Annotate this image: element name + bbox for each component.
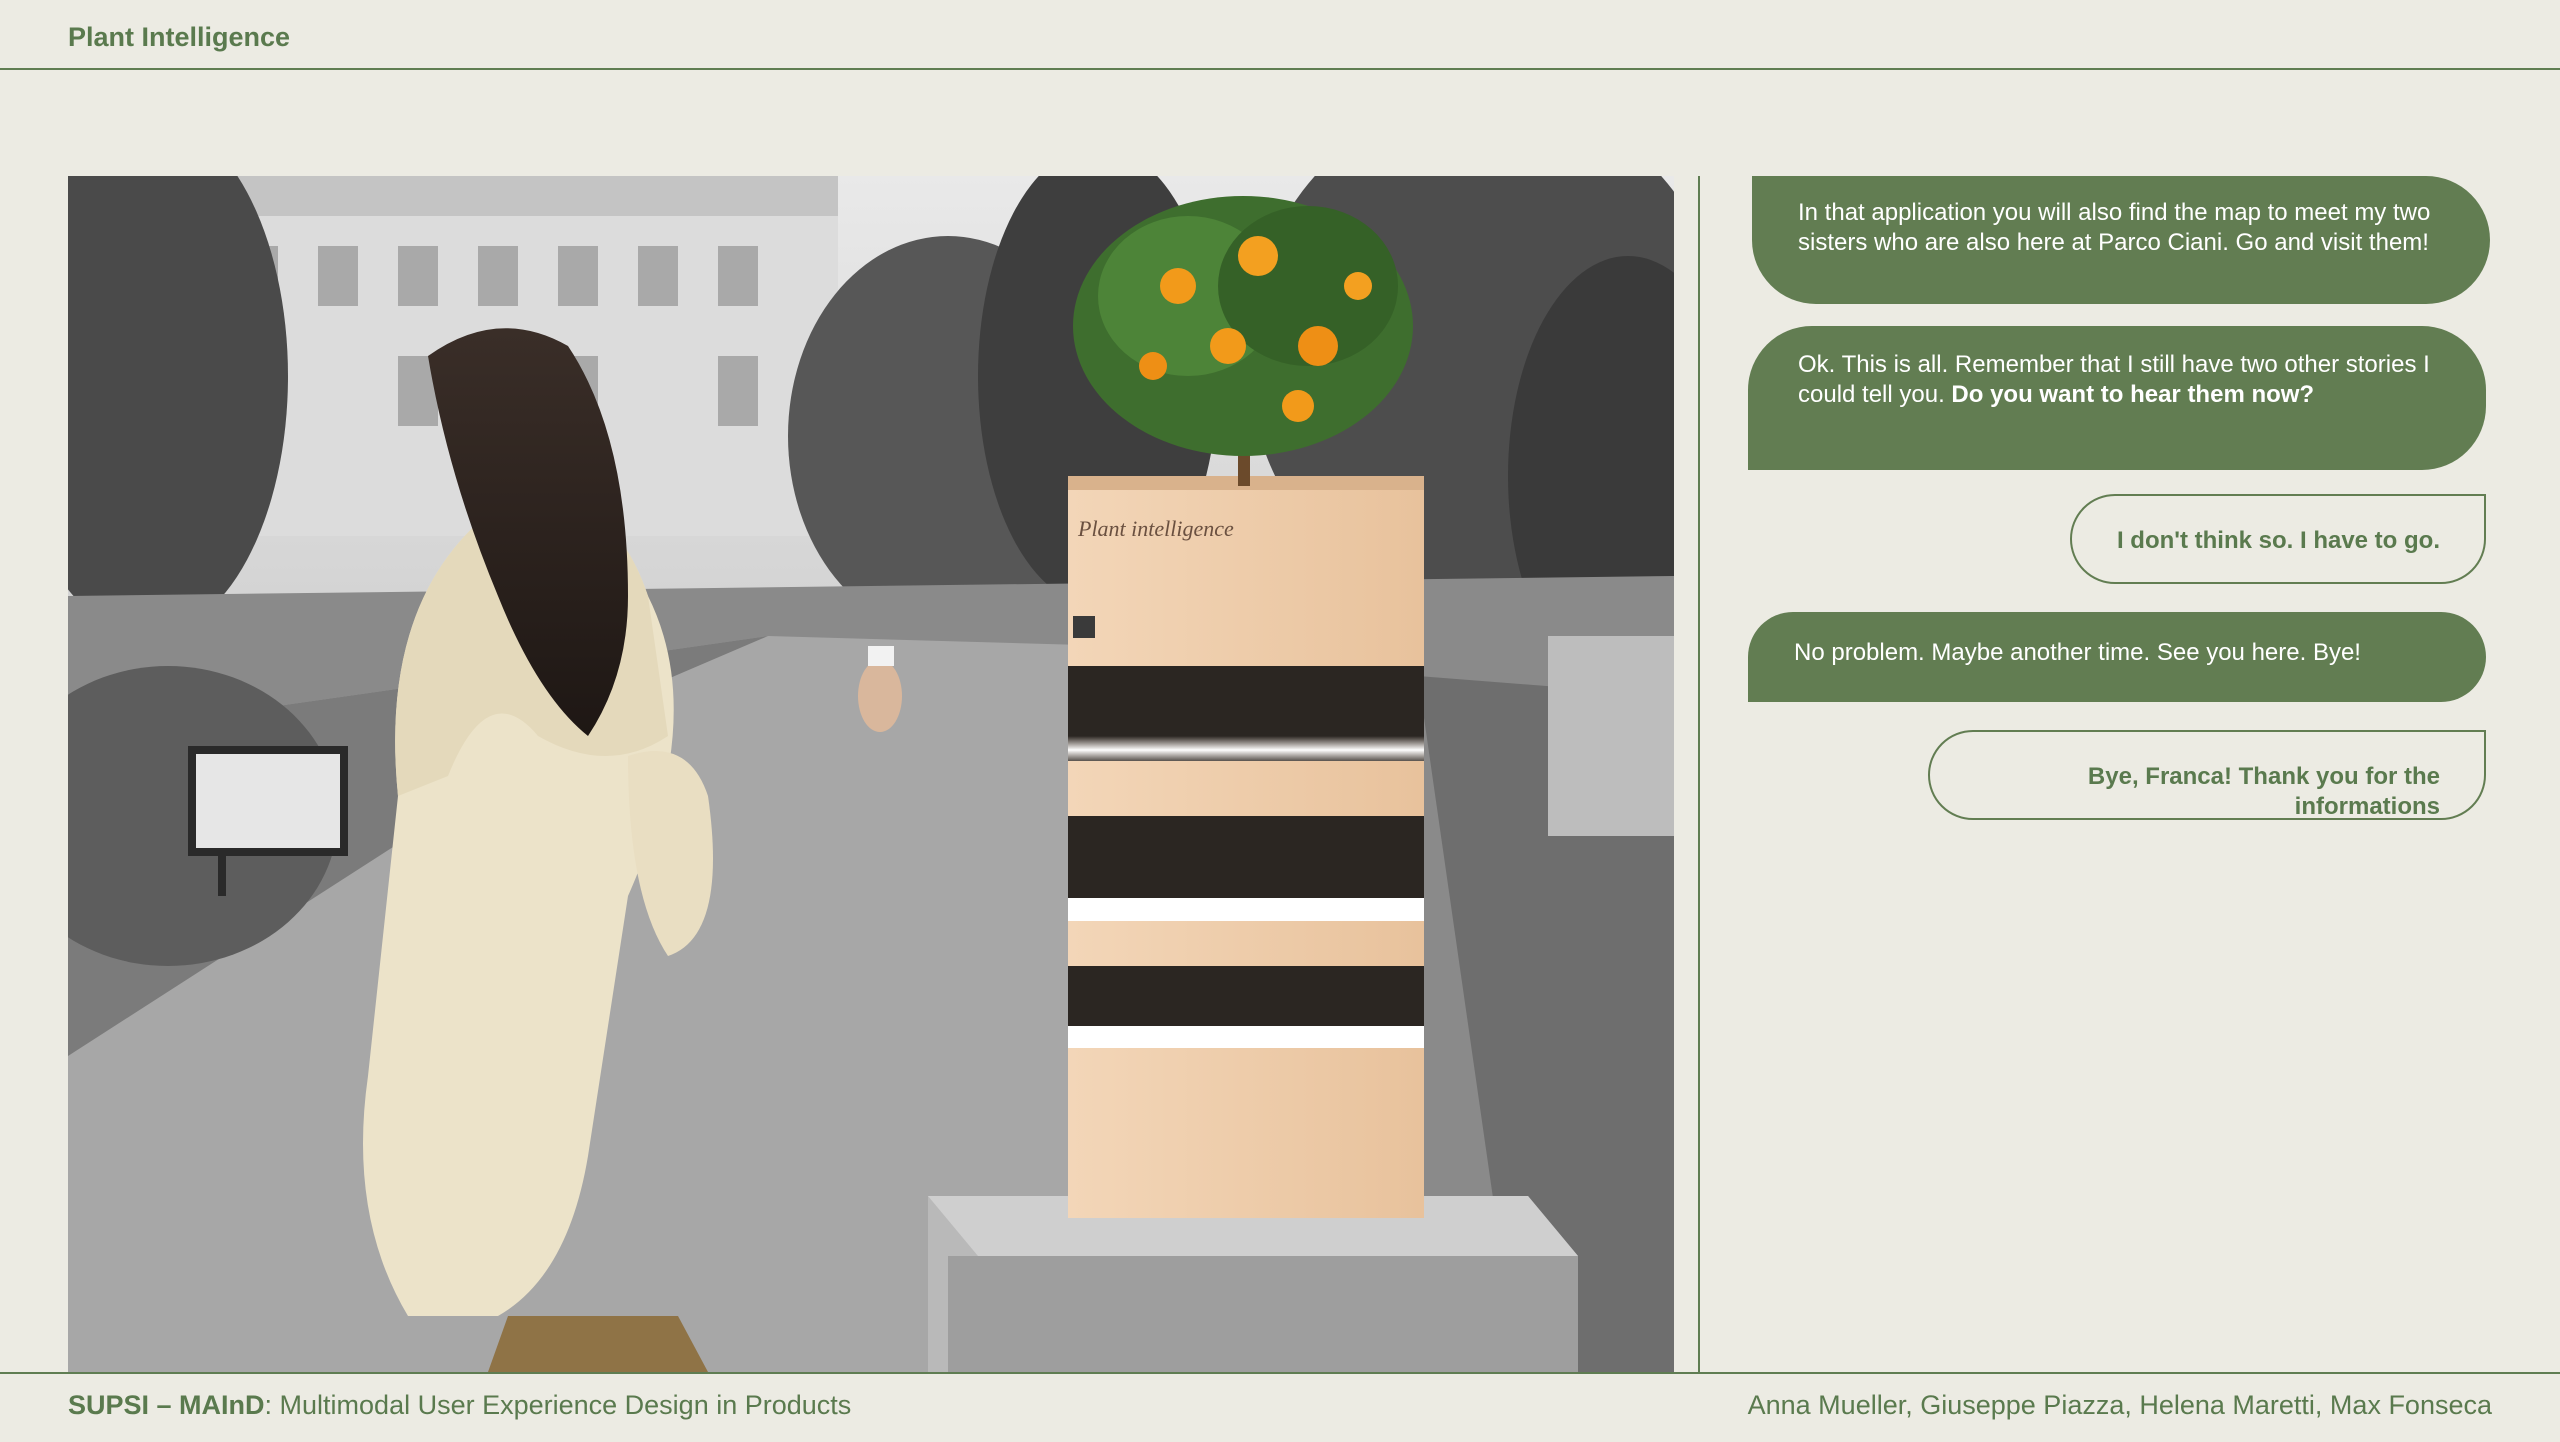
footer-authors: Anna Mueller, Giuseppe Piazza, Helena Ma…	[1747, 1390, 2492, 1420]
chat-reply-text: Bye, Franca! Thank you for the informati…	[2087, 763, 2440, 820]
app-title: Plant Intelligence	[68, 22, 291, 52]
footer-course-name: : Multimodal User Experience Design in P…	[264, 1390, 852, 1420]
chat-message-question: Do you want to hear them now?	[1951, 381, 2315, 408]
chat-message-text: No problem. Maybe another time. See you …	[1794, 639, 2361, 666]
chat-reply-option[interactable]: I don't think so. I have to go.	[2070, 494, 2486, 584]
chat-message-plant: No problem. Maybe another time. See you …	[1748, 612, 2486, 702]
chat-reply-option[interactable]: Bye, Franca! Thank you for the informati…	[1928, 730, 2486, 820]
top-bar: Plant Intelligence	[0, 0, 2560, 70]
chat-message-plant: Ok. This is all. Remember that I still h…	[1748, 326, 2486, 470]
footer-institution: SUPSI – MAInD	[68, 1390, 265, 1420]
footer-course: SUPSI – MAInD: Multimodal User Experienc…	[68, 1390, 851, 1421]
chat-reply-text: I don't think so. I have to go.	[2116, 527, 2440, 554]
footer-bar: SUPSI – MAInD: Multimodal User Experienc…	[0, 1372, 2560, 1442]
planter-brand-text: Plant intelligence	[1077, 516, 1234, 541]
chat-message-plant: In that application you will also find t…	[1752, 176, 2490, 304]
vertical-divider	[1698, 176, 1700, 1372]
scene-photo: Plant intelligence	[68, 176, 1674, 1372]
chat-message-text: In that application you will also find t…	[1798, 199, 2431, 256]
